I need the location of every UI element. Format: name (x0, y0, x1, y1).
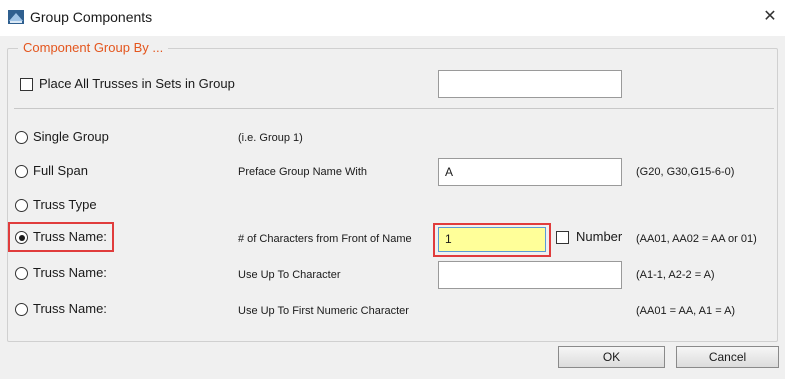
option-full-span-radio[interactable] (15, 165, 28, 178)
first-numeric-label: Use Up To First Numeric Character (238, 305, 409, 317)
title-bar: Group Components ✕ (0, 0, 785, 36)
chars-from-front-input[interactable]: 1 (438, 227, 546, 252)
truss-name-numeric-example: (AA01 = AA, A1 = A) (636, 305, 736, 317)
option-full-span-label: Full Span (33, 163, 88, 178)
place-all-label: Place All Trusses in Sets in Group (39, 76, 235, 91)
option-truss-name-numeric-radio[interactable] (15, 303, 28, 316)
option-truss-type-label: Truss Type (33, 197, 97, 212)
option-truss-name-upto-label: Truss Name: (33, 265, 107, 280)
separator (14, 108, 774, 109)
full-span-example: (G20, G30,G15-6-0) (636, 166, 735, 178)
ok-button[interactable]: OK (558, 346, 665, 368)
option-single-group-label: Single Group (33, 129, 109, 144)
use-up-to-character-label: Use Up To Character (238, 269, 341, 281)
window-title: Group Components (30, 9, 153, 25)
option-truss-name-numeric-label: Truss Name: (33, 301, 107, 316)
place-all-input[interactable] (438, 70, 622, 98)
preface-group-name-label: Preface Group Name With (238, 166, 367, 178)
group-legend: Component Group By ... (18, 40, 169, 55)
option-truss-name-chars-label: Truss Name: (33, 229, 107, 244)
option-truss-type-radio[interactable] (15, 199, 28, 212)
place-all-checkbox[interactable] (20, 78, 33, 91)
close-icon[interactable]: ✕ (760, 6, 780, 28)
truss-name-upto-example: (A1-1, A2-2 = A) (636, 269, 715, 281)
option-truss-name-upto-radio[interactable] (15, 267, 28, 280)
component-group-frame (7, 48, 778, 342)
dialog-body: Component Group By ... Place All Trusses… (0, 36, 785, 379)
option-truss-name-chars-radio[interactable] (15, 231, 28, 244)
option-single-group-radio[interactable] (15, 131, 28, 144)
preface-group-name-input[interactable]: A (438, 158, 622, 186)
single-group-hint: (i.e. Group 1) (238, 132, 303, 144)
chars-from-front-label: # of Characters from Front of Name (238, 233, 412, 245)
cancel-button[interactable]: Cancel (676, 346, 779, 368)
number-label: Number (576, 229, 623, 244)
truss-name-chars-example: (AA01, AA02 = AA or 01) (636, 233, 757, 245)
app-icon (8, 10, 24, 24)
group-components-dialog: Group Components ✕ Component Group By ..… (0, 0, 785, 379)
use-up-to-character-input[interactable] (438, 261, 622, 289)
number-checkbox[interactable] (556, 231, 569, 244)
